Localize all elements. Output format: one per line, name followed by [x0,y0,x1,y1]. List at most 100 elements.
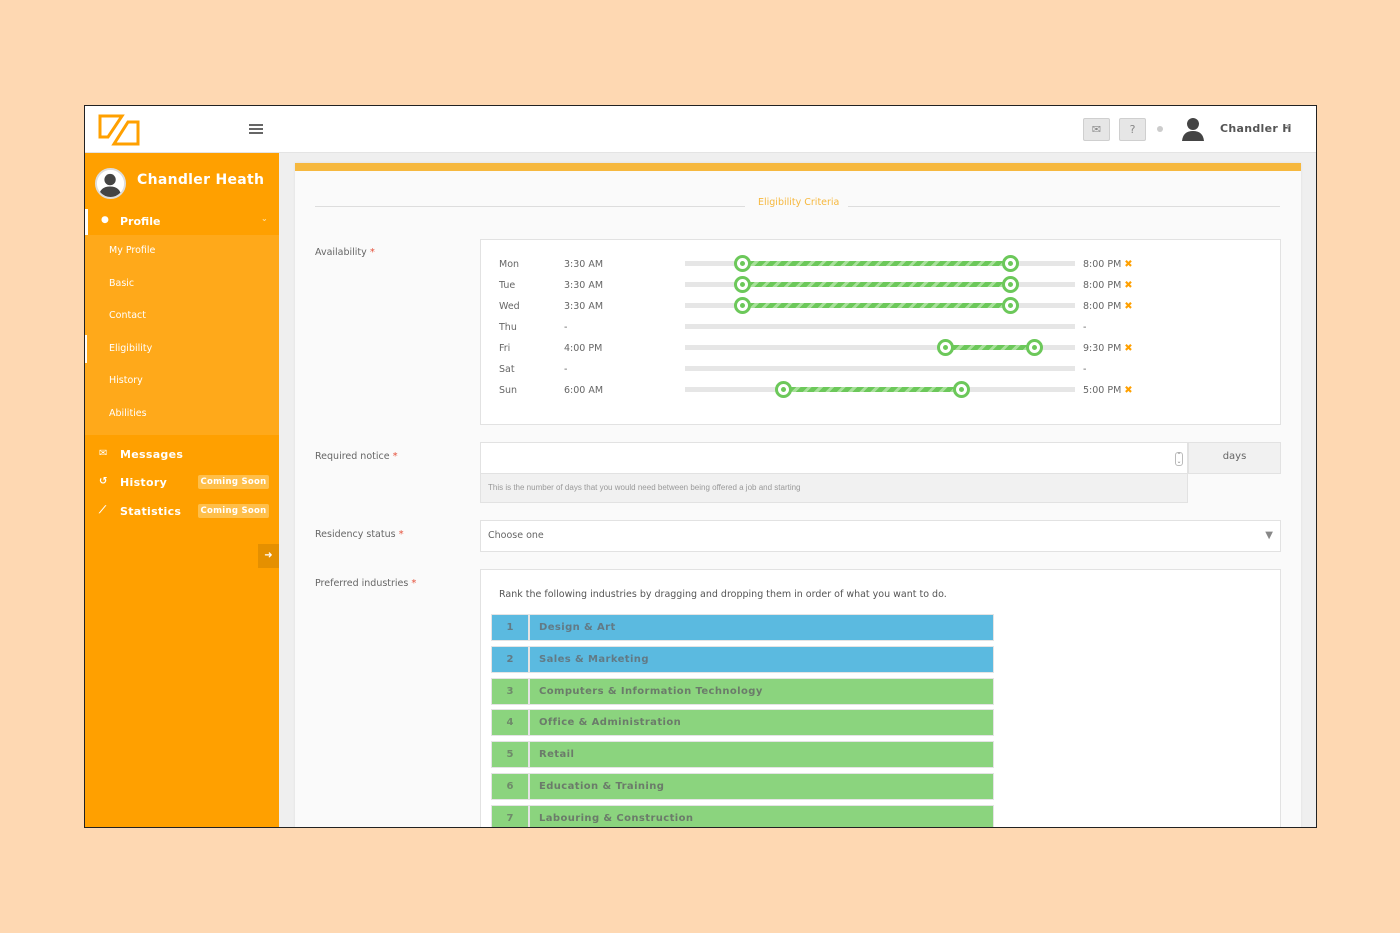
start-time: - [564,322,568,333]
industry-name: Office & Administration [539,717,682,729]
start-time: 4:00 PM [564,343,603,354]
start-time: 6:00 AM [564,385,604,396]
residency-select[interactable]: Choose one ▼ [480,520,1281,552]
avatar [95,168,126,199]
industry-rank: 7 [492,805,530,827]
sidebar-item-label: Profile [120,215,161,228]
start-handle[interactable] [733,255,751,272]
time-range-slider[interactable] [685,276,1075,293]
help-button[interactable]: ? [1119,118,1146,141]
day-label: Tue [499,280,516,291]
industry-item[interactable]: 6 Education & Training [491,773,994,800]
industry-item[interactable]: 1 Design & Art [491,614,994,641]
sidebar-item-contact[interactable]: Contact [85,302,279,330]
remove-icon[interactable]: ✖ [1124,343,1132,354]
availability-label: Availability * [315,247,375,258]
user-icon: ● [101,215,109,225]
end-handle[interactable] [1002,297,1019,314]
residency-selected-value: Choose one [488,530,544,541]
sidebar-item-profile[interactable]: ● Profile ⌄ [85,209,279,235]
start-handle[interactable] [774,381,792,398]
availability-row: Mon 3:30 AM 8:00 PM ✖ [481,254,1281,275]
number-spinner-icon[interactable]: ⌃ ⌄ [1175,452,1183,466]
selected-range [741,303,1010,308]
industry-rank: 1 [492,615,530,640]
industry-item[interactable]: 2 Sales & Marketing [491,645,994,673]
time-range-slider[interactable] [685,297,1075,314]
availability-row: Wed 3:30 AM 8:00 PM ✖ [481,296,1281,317]
coming-soon-badge: Coming Soon [198,475,269,489]
industries-label: Preferred industries * [315,578,417,589]
industry-item[interactable]: 5 Retail [491,741,994,769]
end-handle[interactable] [1002,255,1019,272]
eligibility-card: Eligibility Criteria Availability * Mon 3… [295,163,1301,827]
dropdown-arrow-icon: ▼ [1265,530,1273,541]
chevron-down-icon[interactable]: ▾ [1286,122,1290,131]
sidebar-item-history-main[interactable]: ↺ History Coming Soon [85,471,279,495]
required-notice-help: This is the number of days that you woul… [480,474,1188,503]
industry-name: Retail [539,749,575,761]
brand-logo-icon[interactable] [98,113,140,146]
industries-instructions: Rank the following industries by draggin… [499,589,947,600]
end-handle[interactable] [1026,339,1044,356]
start-handle[interactable] [937,339,954,356]
sidebar-item-statistics[interactable]: ⟋ Statistics Coming Soon [85,500,279,524]
section-title: Eligibility Criteria [758,197,840,208]
sidebar-item-messages[interactable]: ✉ Messages [85,443,279,467]
day-label: Thu [499,322,517,333]
industry-item[interactable]: 3 Computers & Information Technology [491,677,994,705]
status-dot [1157,126,1163,132]
sidebar-collapse-button[interactable]: ➜ [258,544,279,568]
residency-label: Residency status * [315,529,404,540]
sidebar-item-history[interactable]: History [85,367,279,395]
industry-name: Labouring & Construction [539,812,694,824]
profile-submenu: My Profile Basic Contact Eligibility His… [85,235,279,435]
sidebar-item-basic[interactable]: Basic [85,270,279,298]
industry-item[interactable]: 7 Labouring & Construction [491,804,994,827]
sidebar-item-label: Statistics [120,505,182,518]
availability-row: Fri 4:00 PM 9:30 PM ✖ [481,338,1281,359]
time-range-slider[interactable] [685,339,1075,356]
start-handle[interactable] [733,297,751,314]
sidebar-item-my-profile[interactable]: My Profile [85,237,279,265]
time-range-slider[interactable] [685,381,1075,398]
industry-name: Design & Art [539,622,616,633]
divider [848,206,1280,207]
remove-icon[interactable]: ✖ [1124,301,1132,312]
remove-icon[interactable]: ✖ [1124,280,1132,291]
industry-item[interactable]: 4 Office & Administration [491,709,994,737]
app-window: ✉ ? Chandler H ▾ Chandler Heath ● Profil… [84,105,1317,828]
availability-row: Tue 3:30 AM 8:00 PM ✖ [481,275,1281,296]
days-addon: days [1188,442,1281,474]
day-label: Sun [499,385,518,396]
time-range-slider[interactable] [685,366,1075,371]
hamburger-icon[interactable] [249,124,263,134]
sidebar-item-label: History [120,476,168,489]
availability-row: Thu - - [481,317,1281,338]
day-label: Sat [499,364,515,375]
coming-soon-badge: Coming Soon [198,504,269,518]
start-time: 3:30 AM [564,301,604,312]
question-circle-icon: ? [1129,123,1136,136]
end-time: 5:00 PM ✖ [1083,385,1133,396]
end-handle[interactable] [953,381,971,398]
start-handle[interactable] [733,276,751,293]
sidebar-item-eligibility[interactable]: Eligibility [85,335,279,363]
remove-icon[interactable]: ✖ [1124,385,1132,396]
end-time: 8:00 PM ✖ [1083,259,1133,270]
required-notice-input[interactable]: ⌃ ⌄ [480,442,1188,474]
sidebar-item-abilities[interactable]: Abilities [85,400,279,428]
user-icon[interactable] [1182,117,1204,141]
user-menu[interactable]: Chandler H [1220,122,1292,135]
messages-button[interactable]: ✉ [1083,118,1110,141]
end-handle[interactable] [1002,276,1019,293]
remove-icon[interactable]: ✖ [1124,259,1132,270]
time-range-slider[interactable] [685,324,1075,329]
sign-in-icon: ➜ [264,550,273,561]
start-time: - [564,364,568,375]
industry-rank: 3 [492,678,530,704]
end-time: - [1083,364,1087,375]
industry-name: Sales & Marketing [539,653,649,665]
time-range-slider[interactable] [685,255,1075,272]
end-time: 9:30 PM ✖ [1083,343,1133,354]
